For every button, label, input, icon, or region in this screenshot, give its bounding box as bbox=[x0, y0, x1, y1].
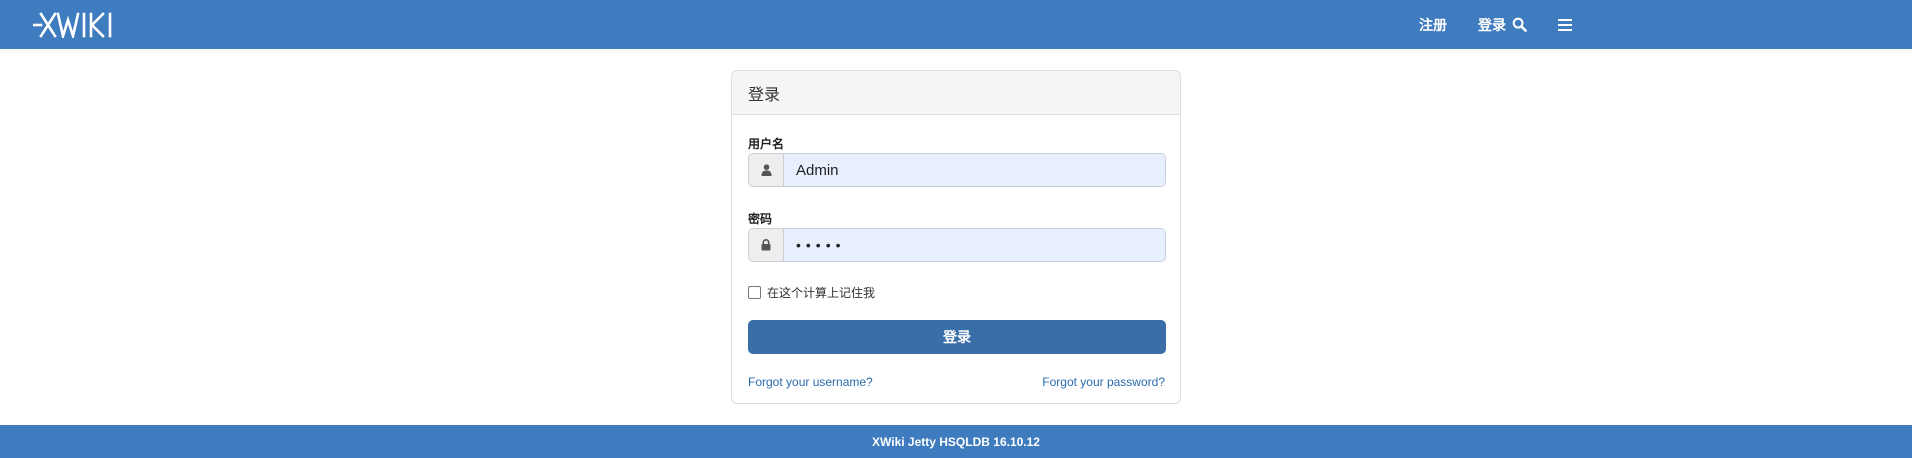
user-icon bbox=[749, 154, 784, 186]
login-panel-title: 登录 bbox=[732, 71, 1180, 115]
forgot-username-link[interactable]: Forgot your username? bbox=[748, 375, 873, 389]
forgot-password-link[interactable]: Forgot your password? bbox=[1042, 375, 1165, 389]
login-panel: 登录 用户名 密码 ••••• 在这个计算上记住我 登录 Forgot your… bbox=[731, 70, 1181, 404]
password-input-group: ••••• bbox=[748, 228, 1166, 262]
lock-icon bbox=[749, 229, 784, 261]
password-input[interactable]: ••••• bbox=[784, 229, 1165, 261]
xwiki-logo[interactable] bbox=[33, 10, 123, 40]
login-link[interactable]: 登录 bbox=[1478, 0, 1506, 49]
hamburger-menu-icon[interactable] bbox=[1550, 0, 1580, 49]
register-link[interactable]: 注册 bbox=[1419, 0, 1447, 49]
username-input-group bbox=[748, 153, 1166, 187]
footer-version-text: XWiki Jetty HSQLDB 16.10.12 bbox=[872, 434, 1040, 449]
remember-me-row: 在这个计算上记住我 bbox=[748, 284, 875, 301]
top-navbar: 注册 登录 bbox=[0, 0, 1912, 49]
username-label: 用户名 bbox=[748, 137, 785, 151]
login-submit-button[interactable]: 登录 bbox=[748, 320, 1166, 354]
remember-me-label[interactable]: 在这个计算上记住我 bbox=[767, 284, 875, 301]
remember-me-checkbox[interactable] bbox=[748, 286, 761, 299]
footer: XWiki Jetty HSQLDB 16.10.12 bbox=[0, 425, 1912, 458]
password-label: 密码 bbox=[748, 212, 773, 226]
search-icon[interactable] bbox=[1504, 0, 1534, 49]
username-input[interactable] bbox=[784, 154, 1165, 186]
xwiki-logo-icon bbox=[33, 12, 112, 38]
